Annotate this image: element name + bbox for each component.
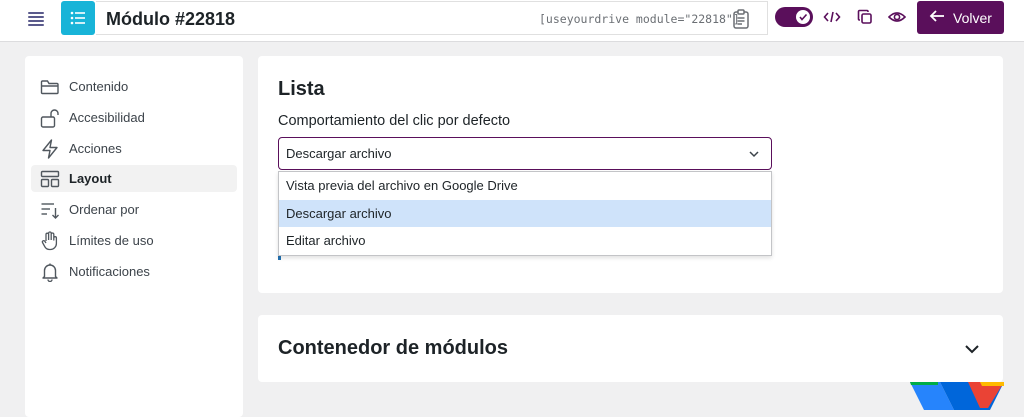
sidebar-item-notificaciones[interactable]: Notificaciones bbox=[31, 258, 237, 285]
lock-icon bbox=[39, 107, 61, 129]
folder-icon bbox=[39, 76, 61, 98]
sidebar-item-label: Layout bbox=[69, 171, 112, 186]
sidebar-item-ordenar-por[interactable]: Ordenar por bbox=[31, 196, 237, 223]
sidebar-item-label: Acciones bbox=[69, 141, 122, 156]
chevron-down-icon bbox=[747, 147, 761, 161]
page-title: Módulo #22818 bbox=[106, 9, 236, 29]
sidebar-item-label: Accesibilidad bbox=[69, 110, 145, 125]
select-option-selected[interactable]: Descargar archivo bbox=[279, 199, 771, 227]
arrow-left-icon bbox=[929, 9, 945, 26]
sort-icon bbox=[39, 199, 61, 221]
google-drive-logo bbox=[910, 382, 1004, 417]
shortcode-text: [useyourdrive module="22818"] bbox=[539, 12, 740, 26]
click-behavior-select[interactable]: Descargar archivo bbox=[278, 137, 772, 170]
section-title: Lista bbox=[278, 78, 325, 100]
field-label: Comportamiento del clic por defecto bbox=[278, 113, 511, 129]
sidebar-item-accesibilidad[interactable]: Accesibilidad bbox=[31, 104, 237, 131]
active-toggle[interactable] bbox=[775, 7, 813, 27]
sidebar-item-limites-de-uso[interactable]: Límites de uso bbox=[31, 227, 237, 254]
sidebar-item-layout[interactable]: Layout bbox=[31, 165, 237, 192]
sidebar-item-label: Notificaciones bbox=[69, 264, 150, 279]
sidebar-item-label: Contenido bbox=[69, 79, 129, 94]
lista-card: Lista Comportamiento del clic por defect… bbox=[258, 56, 1003, 293]
hamburger-icon[interactable] bbox=[22, 7, 50, 31]
title-box: Módulo #22818 [useyourdrive module="2281… bbox=[96, 1, 768, 35]
code-icon[interactable] bbox=[823, 8, 841, 26]
eye-icon[interactable] bbox=[888, 8, 906, 26]
back-button-label: Volver bbox=[953, 9, 992, 26]
chevron-down-icon[interactable] bbox=[963, 340, 981, 358]
select-option[interactable]: Vista previa del archivo en Google Drive bbox=[279, 172, 771, 200]
sidebar-item-contenido[interactable]: Contenido bbox=[31, 73, 237, 100]
select-value: Descargar archivo bbox=[286, 146, 392, 161]
sidebar-item-label: Ordenar por bbox=[69, 202, 140, 217]
layout-icon bbox=[39, 168, 61, 190]
clipboard-icon[interactable] bbox=[732, 9, 752, 29]
sidebar-item-acciones[interactable]: Acciones bbox=[31, 135, 237, 162]
select-option[interactable]: Editar archivo bbox=[279, 227, 771, 255]
top-bar: Módulo #22818 [useyourdrive module="2281… bbox=[0, 0, 1024, 42]
sidebar: Contenido Accesibilidad Acciones Layout … bbox=[25, 56, 243, 417]
duplicate-icon[interactable] bbox=[856, 8, 874, 26]
bolt-icon bbox=[39, 138, 61, 160]
hand-icon bbox=[39, 230, 61, 252]
section-title: Contenedor de módulos bbox=[278, 337, 508, 359]
check-icon bbox=[796, 10, 810, 24]
sidebar-item-label: Límites de uso bbox=[69, 233, 154, 248]
contenedor-card[interactable]: Contenedor de módulos bbox=[258, 315, 1003, 382]
bell-icon bbox=[39, 261, 61, 283]
select-dropdown: Vista previa del archivo en Google Drive… bbox=[278, 171, 772, 256]
list-icon[interactable] bbox=[61, 1, 95, 35]
back-button[interactable]: Volver bbox=[917, 1, 1004, 34]
